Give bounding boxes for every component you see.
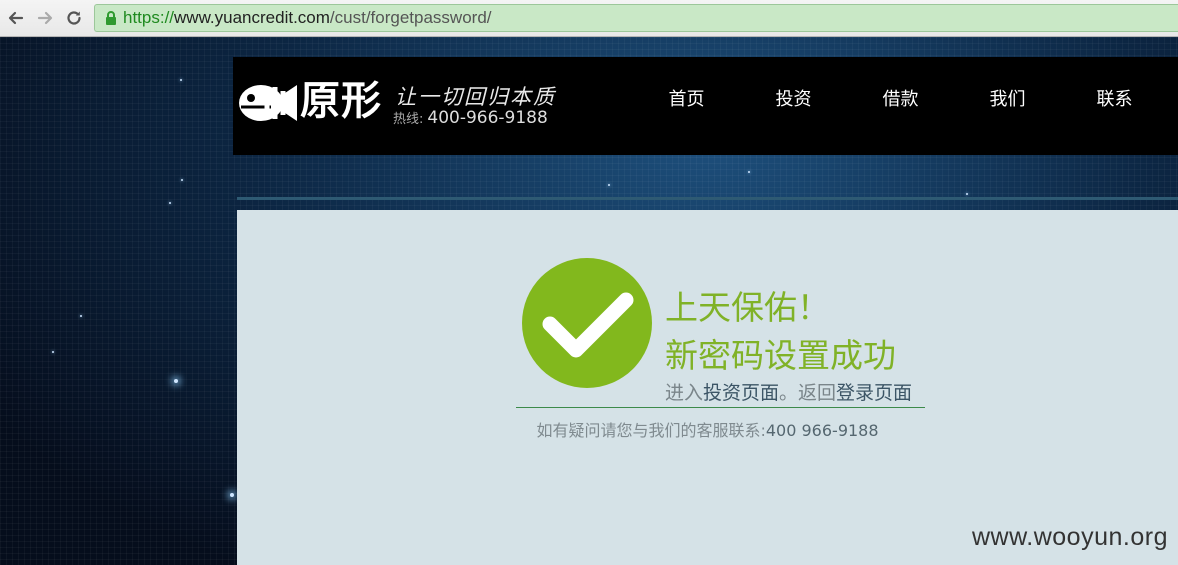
link-middle: 。返回	[779, 382, 837, 404]
reload-button[interactable]	[62, 6, 86, 30]
main-nav: 首页 投资 借款 我们 联系	[633, 85, 1168, 111]
browser-toolbar: https://www.yuancredit.com/cust/forgetpa…	[0, 0, 1178, 37]
star-decoration	[966, 193, 968, 195]
star-decoration	[181, 179, 183, 181]
link-prefix: 进入	[665, 382, 704, 404]
checkmark-icon	[542, 292, 634, 358]
nav-item-invest[interactable]: 投资	[740, 85, 847, 111]
slogan: 让一切回归本质	[395, 85, 556, 109]
star-decoration	[608, 184, 610, 186]
fish-logo-icon[interactable]	[237, 81, 299, 125]
back-arrow-icon	[8, 11, 24, 25]
star-decoration	[174, 379, 178, 383]
nav-item-about[interactable]: 我们	[954, 85, 1061, 111]
star-decoration	[52, 351, 54, 353]
back-button[interactable]	[4, 6, 28, 30]
site-header: 原形 让一切回归本质 热线: 400-966-9188 首页 投资 借款 我们 联…	[233, 57, 1178, 155]
success-panel: 上天保佑！ 新密码设置成功 进入投资页面。返回登录页面 如有疑问请您与我们的客服…	[237, 210, 1178, 565]
url-path: /cust/forgetpassword/	[329, 8, 492, 27]
star-decoration	[180, 79, 182, 81]
support-contact: 如有疑问请您与我们的客服联系:400 966-9188	[237, 417, 1178, 441]
hotline-number: 400-966-9188	[427, 108, 548, 128]
watermark: www.wooyun.org	[972, 523, 1168, 551]
lock-icon	[101, 8, 121, 28]
login-page-link[interactable]: 登录页面	[836, 382, 912, 404]
nav-item-home[interactable]: 首页	[633, 85, 740, 111]
star-decoration	[169, 202, 171, 204]
success-title-line1: 上天保佑！	[665, 288, 830, 327]
contact-phone: 400 966-9188	[765, 421, 879, 440]
page-background: 原形 让一切回归本质 热线: 400-966-9188 首页 投资 借款 我们 联…	[0, 37, 1178, 565]
hotline-label: 热线:	[393, 112, 424, 127]
url-text: https://www.yuancredit.com/cust/forgetpa…	[123, 8, 492, 28]
header-divider	[237, 197, 1178, 200]
logo-text[interactable]: 原形	[300, 77, 382, 125]
nav-item-borrow[interactable]: 借款	[847, 85, 954, 111]
contact-text: 如有疑问请您与我们的客服联系:	[536, 421, 766, 440]
forward-arrow-icon	[37, 11, 53, 25]
hotline: 热线: 400-966-9188	[393, 108, 548, 128]
invest-page-link[interactable]: 投资页面	[703, 382, 779, 404]
star-decoration	[230, 493, 234, 497]
url-host: www.yuancredit.com	[174, 8, 330, 27]
nav-item-contact[interactable]: 联系	[1061, 85, 1168, 111]
url-scheme: https://	[123, 8, 175, 27]
success-badge	[522, 258, 652, 388]
star-decoration	[748, 171, 750, 173]
reload-icon	[67, 11, 81, 25]
forward-button[interactable]	[33, 6, 57, 30]
content-divider	[516, 407, 925, 408]
address-bar[interactable]: https://www.yuancredit.com/cust/forgetpa…	[94, 4, 1178, 32]
success-title-line2: 新密码设置成功	[665, 336, 896, 375]
next-step-links: 进入投资页面。返回登录页面	[665, 378, 912, 405]
star-decoration	[80, 315, 82, 317]
